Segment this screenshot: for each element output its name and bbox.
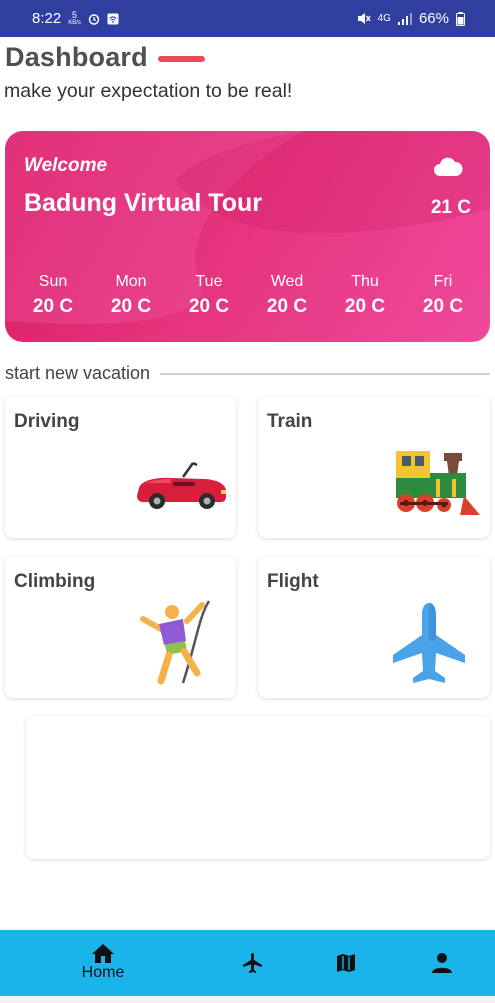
- nav-home[interactable]: Home: [72, 930, 134, 996]
- train-label: Train: [267, 411, 313, 432]
- page-subtitle: make your expectation to be real!: [4, 80, 293, 102]
- status-bar: 8:22 5 KB/s 4G 66%: [0, 0, 495, 37]
- forecast-day-name: Thu: [351, 273, 379, 290]
- alarm-icon: [88, 13, 100, 25]
- climbing-card[interactable]: Climbing: [5, 557, 236, 698]
- section-header: start new vacation: [5, 363, 490, 384]
- mute-icon: [357, 13, 371, 24]
- nav-profile[interactable]: [422, 930, 462, 996]
- section-divider: [160, 372, 490, 375]
- driving-card[interactable]: Driving: [5, 397, 236, 538]
- climber-icon: [140, 600, 211, 685]
- forecast-day-name: Wed: [270, 273, 304, 290]
- forecast-day-name: Fri: [433, 273, 453, 290]
- page-title: Dashboard: [5, 42, 148, 72]
- home-icon: [92, 944, 114, 963]
- person-icon: [432, 953, 452, 973]
- forecast-day-temp: 20 C: [422, 296, 464, 317]
- network-speed: 5 KB/s: [68, 9, 81, 27]
- driving-label: Driving: [14, 411, 80, 432]
- forecast-day: Mon 20 C: [101, 273, 161, 318]
- empty-placeholder-card: [26, 716, 490, 859]
- location-name: Badung Virtual Tour: [24, 189, 262, 217]
- map-icon: [337, 954, 355, 972]
- network-speed-value: 5: [72, 9, 78, 20]
- wifi-box-icon: [107, 13, 119, 24]
- cloud-icon: [434, 157, 463, 176]
- section-title: start new vacation: [5, 363, 151, 383]
- welcome-label: Welcome: [24, 155, 108, 176]
- nav-map[interactable]: [326, 930, 366, 996]
- airplane-icon: [243, 953, 262, 973]
- status-time: 8:22: [32, 10, 62, 27]
- car-icon: [137, 461, 226, 509]
- airplane-icon: [393, 603, 465, 683]
- weekly-forecast: Sun 20 C Mon 20 C Tue 20 C Wed 20 C Thu …: [23, 273, 473, 318]
- battery-icon: [456, 11, 465, 26]
- flight-label: Flight: [267, 571, 319, 592]
- forecast-day: Thu 20 C: [335, 273, 395, 318]
- title-accent-bar: [157, 56, 205, 62]
- forecast-day-temp: 20 C: [32, 296, 74, 317]
- nav-home-label: Home: [81, 964, 125, 981]
- forecast-day-temp: 20 C: [110, 296, 152, 317]
- climbing-label: Climbing: [14, 571, 96, 592]
- system-navigation-strip: [0, 996, 495, 1003]
- nav-flights[interactable]: [232, 930, 272, 996]
- bottom-navigation-bar: Home: [0, 930, 495, 996]
- forecast-day: Wed 20 C: [257, 273, 317, 318]
- dashboard-header: Dashboard: [5, 42, 205, 73]
- signal-icon: [397, 12, 412, 25]
- forecast-day-name: Sun: [38, 273, 68, 290]
- forecast-day: Tue 20 C: [179, 273, 239, 318]
- network-type: 4G: [377, 13, 391, 24]
- flight-card[interactable]: Flight: [258, 557, 490, 698]
- forecast-day: Fri 20 C: [413, 273, 473, 318]
- forecast-day-temp: 20 C: [188, 296, 230, 317]
- network-speed-unit: KB/s: [68, 19, 81, 26]
- forecast-day-temp: 20 C: [344, 296, 386, 317]
- forecast-day: Sun 20 C: [23, 273, 83, 318]
- weather-card[interactable]: Welcome Badung Virtual Tour 21 C Sun 20 …: [5, 131, 490, 342]
- forecast-day-name: Tue: [195, 273, 223, 290]
- forecast-day-temp: 20 C: [266, 296, 308, 317]
- current-temperature: 21 C: [430, 197, 471, 218]
- forecast-day-name: Mon: [115, 273, 147, 290]
- train-card[interactable]: Train: [258, 397, 490, 538]
- train-icon: [396, 451, 480, 515]
- battery-level: 66%: [418, 10, 449, 27]
